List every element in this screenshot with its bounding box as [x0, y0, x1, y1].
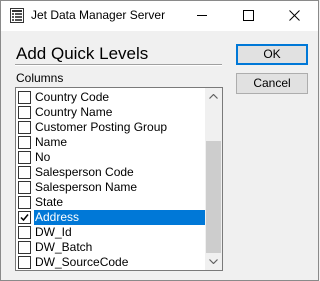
list-item[interactable]: Customer Posting Group: [16, 120, 206, 135]
list-item[interactable]: DW_Batch: [16, 240, 206, 255]
column-label: State: [35, 195, 64, 209]
dialog-window: Jet Data Manager Server Add Quick Levels…: [0, 0, 319, 281]
column-label: DW_SourceCode: [35, 255, 129, 269]
close-icon: [289, 10, 300, 21]
columns-checklist[interactable]: Country Code Country Name Customer Posting…: [15, 87, 223, 271]
column-checkbox[interactable]: [18, 256, 31, 269]
minimize-button[interactable]: [180, 1, 226, 31]
column-checkbox[interactable]: [18, 166, 31, 179]
list-item[interactable]: Salesperson Name: [16, 180, 206, 195]
heading-divider: [15, 64, 222, 66]
scroll-thumb[interactable]: [206, 141, 221, 253]
window-title: Jet Data Manager Server: [31, 8, 166, 22]
column-checkbox[interactable]: [18, 91, 31, 104]
column-label: Address: [34, 210, 206, 225]
column-label: Country Code: [35, 90, 110, 104]
list-item[interactable]: Address: [16, 210, 206, 225]
column-checkbox[interactable]: [18, 121, 31, 134]
list-item[interactable]: Country Name: [16, 105, 206, 120]
column-label: No: [35, 150, 51, 164]
column-label: Salesperson Code: [35, 165, 134, 179]
list-item[interactable]: Salesperson Code: [16, 165, 206, 180]
column-checkbox[interactable]: [18, 211, 31, 224]
maximize-button[interactable]: [226, 1, 272, 31]
column-checkbox[interactable]: [18, 106, 31, 119]
list-item[interactable]: State: [16, 195, 206, 210]
column-label: Customer Posting Group: [35, 120, 168, 134]
minimize-icon: [197, 15, 207, 16]
column-checkbox[interactable]: [18, 226, 31, 239]
column-checkbox[interactable]: [18, 196, 31, 209]
column-checkbox[interactable]: [18, 241, 31, 254]
close-button[interactable]: [272, 1, 318, 31]
cancel-button[interactable]: Cancel: [236, 73, 308, 94]
list-item[interactable]: No: [16, 150, 206, 165]
column-checkbox[interactable]: [18, 181, 31, 194]
scroll-up-button[interactable]: [205, 88, 222, 105]
dialog-heading: Add Quick Levels: [16, 44, 149, 63]
list-item[interactable]: Country Code: [16, 90, 206, 105]
column-label: Salesperson Name: [35, 180, 138, 194]
column-checkbox[interactable]: [18, 151, 31, 164]
app-grid-icon: [10, 8, 24, 23]
columns-list-items: Country Code Country Name Customer Posting…: [16, 90, 206, 270]
checkmark-icon: [20, 214, 29, 222]
title-bar[interactable]: Jet Data Manager Server: [1, 1, 318, 31]
chevron-down-icon: [209, 259, 218, 264]
column-label: Name: [35, 135, 68, 149]
list-item[interactable]: DW_SourceCode: [16, 255, 206, 270]
ok-button[interactable]: OK: [236, 44, 308, 65]
list-item[interactable]: DW_Id: [16, 225, 206, 240]
column-label: DW_Id: [35, 225, 72, 239]
column-checkbox[interactable]: [18, 136, 31, 149]
list-item[interactable]: Name: [16, 135, 206, 150]
scroll-down-button[interactable]: [205, 253, 222, 270]
chevron-up-icon: [209, 94, 218, 99]
column-label: Country Name: [35, 105, 113, 119]
column-label: DW_Batch: [35, 240, 93, 254]
vertical-scrollbar[interactable]: [205, 88, 222, 270]
columns-label: Columns: [16, 71, 64, 85]
maximize-icon: [243, 10, 254, 21]
